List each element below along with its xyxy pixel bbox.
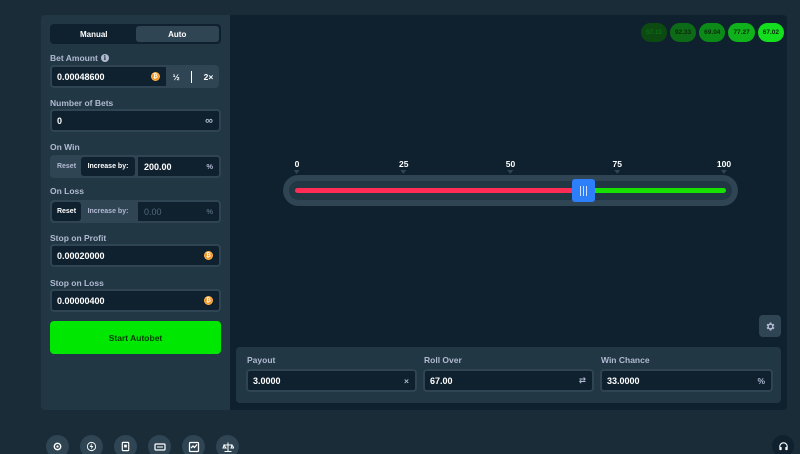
grip-line [586, 185, 588, 196]
number-of-bets-label: Number of Bets [50, 98, 114, 108]
stop-on-profit-label: Stop on Profit [50, 233, 107, 243]
percent-icon: % [757, 375, 765, 386]
result-chip[interactable]: 77.27 [728, 23, 755, 42]
infinity-icon[interactable]: ∞ [205, 115, 213, 127]
on-win-increase-button[interactable]: Increase by: [81, 157, 135, 176]
roll-over-label: Roll Over [424, 355, 462, 365]
double-bet-button[interactable]: 2× [204, 72, 214, 82]
win-range [583, 188, 726, 193]
roll-over-input[interactable]: 67.00 ⇄ [423, 369, 594, 392]
lose-range [295, 188, 584, 193]
slider-handle[interactable] [572, 179, 596, 202]
on-loss-increase-button[interactable]: Increase by: [81, 202, 135, 221]
info-icon[interactable]: i [100, 54, 109, 62]
tick-label: 75 [612, 159, 622, 169]
on-loss-mode: Reset Increase by: [50, 200, 137, 223]
swap-icon[interactable]: ⇄ [579, 375, 586, 386]
footer-toolbar [46, 435, 239, 454]
result-chip[interactable]: 57.11 [640, 23, 667, 42]
tab-manual[interactable]: Manual [52, 26, 136, 42]
bet-stats: Payout 3.0000 × Roll Over 67.00 ⇄ Win Ch… [236, 347, 781, 403]
headset-icon[interactable] [772, 435, 794, 454]
on-loss-reset-button[interactable]: Reset [52, 202, 81, 221]
bet-amount-label: Bet Amount i [50, 53, 109, 63]
bet-amount-input[interactable]: 0.00048600 ₿ [50, 65, 168, 88]
on-win-mode: Reset Increase by: [50, 155, 137, 178]
result-chip[interactable]: 92.33 [669, 23, 697, 42]
bitcoin-icon: ₿ [204, 251, 213, 260]
tick-label: 25 [399, 159, 409, 169]
book-icon[interactable] [114, 435, 137, 454]
win-chance-label: Win Chance [601, 355, 650, 365]
slider-track[interactable] [289, 179, 732, 202]
divider [190, 70, 193, 83]
keyboard-icon[interactable] [148, 435, 171, 454]
chart-icon[interactable] [182, 435, 205, 454]
grip-line [583, 185, 585, 196]
tick-label: 100 [716, 159, 732, 169]
on-loss-input[interactable]: 0.00 % [136, 200, 221, 223]
stop-on-loss-input[interactable]: 0.00000400 ₿ [50, 289, 221, 312]
gear-icon[interactable] [759, 315, 781, 337]
sidebar: Manual Auto Bet Amount i 0.00048600 ₿ ½ … [41, 15, 230, 410]
mode-toggle: Manual Auto [50, 24, 221, 44]
bitcoin-icon: ₿ [204, 296, 213, 305]
win-chance-input[interactable]: 33.0000 % [600, 369, 773, 392]
on-win-reset-button[interactable]: Reset [52, 157, 81, 176]
result-history: 57.11 92.33 69.04 77.27 67.02 [640, 23, 784, 42]
bitcoin-icon: ₿ [151, 72, 160, 81]
on-win-input[interactable]: 200.00 % [136, 155, 221, 178]
balance-icon[interactable] [216, 435, 239, 454]
game-panel: 57.11 92.33 69.04 77.27 67.02 0 25 50 75 100 Pay… [230, 15, 787, 410]
number-of-bets-input[interactable]: 0 ∞ [50, 109, 221, 132]
on-win-label: On Win [50, 142, 80, 152]
tick-label: 0 [294, 159, 300, 169]
result-chip[interactable]: 69.04 [699, 23, 726, 42]
result-chip[interactable]: 67.02 [757, 23, 784, 42]
stop-on-loss-label: Stop on Loss [50, 278, 104, 288]
bet-modifiers: ½ 2× [167, 65, 219, 88]
tick-label: 50 [505, 159, 516, 169]
grip-line [580, 185, 582, 196]
lightning-icon[interactable] [80, 435, 103, 454]
roll-slider[interactable] [283, 175, 738, 206]
tab-auto[interactable]: Auto [135, 26, 219, 42]
on-loss-label: On Loss [50, 186, 85, 196]
payout-label: Payout [247, 355, 276, 365]
stop-on-profit-input[interactable]: 0.00020000 ₿ [50, 244, 221, 267]
multiply-icon: × [404, 375, 409, 386]
settings-icon[interactable] [46, 435, 69, 454]
payout-input[interactable]: 3.0000 × [246, 369, 417, 392]
gear-icon [766, 321, 774, 331]
start-autobet-button[interactable]: Start Autobet [50, 321, 221, 354]
half-bet-button[interactable]: ½ [173, 72, 180, 82]
slider-ticks: 0 25 50 75 100 [230, 159, 787, 171]
